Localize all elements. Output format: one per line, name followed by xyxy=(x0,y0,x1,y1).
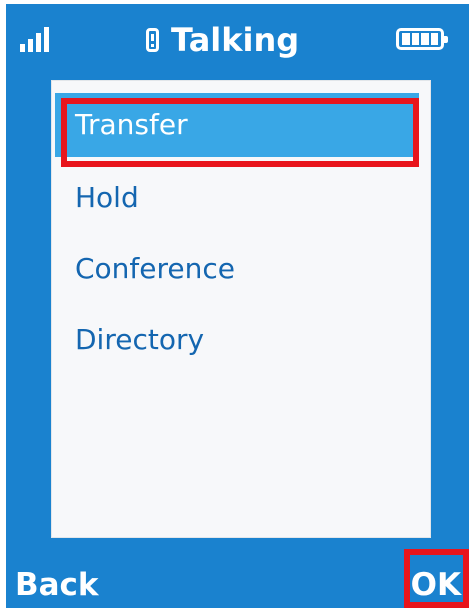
selection-highlight-frame xyxy=(61,98,419,167)
signal-bars-icon xyxy=(20,26,66,52)
ok-highlight-frame xyxy=(404,549,469,608)
status-title-group: Talking xyxy=(146,20,299,60)
menu-item-hold[interactable]: Hold xyxy=(55,166,419,230)
battery-icon xyxy=(396,28,448,50)
menu-item-directory[interactable]: Directory xyxy=(55,308,419,372)
phone-screen: Talking Transfer Hold Conference Directo… xyxy=(0,0,469,608)
screen-title: Talking xyxy=(171,21,300,59)
back-softkey[interactable]: Back xyxy=(15,562,99,608)
display-background: Talking Transfer Hold Conference Directo… xyxy=(6,4,469,608)
phone-handset-icon xyxy=(146,28,159,52)
menu-item-conference[interactable]: Conference xyxy=(55,237,419,301)
